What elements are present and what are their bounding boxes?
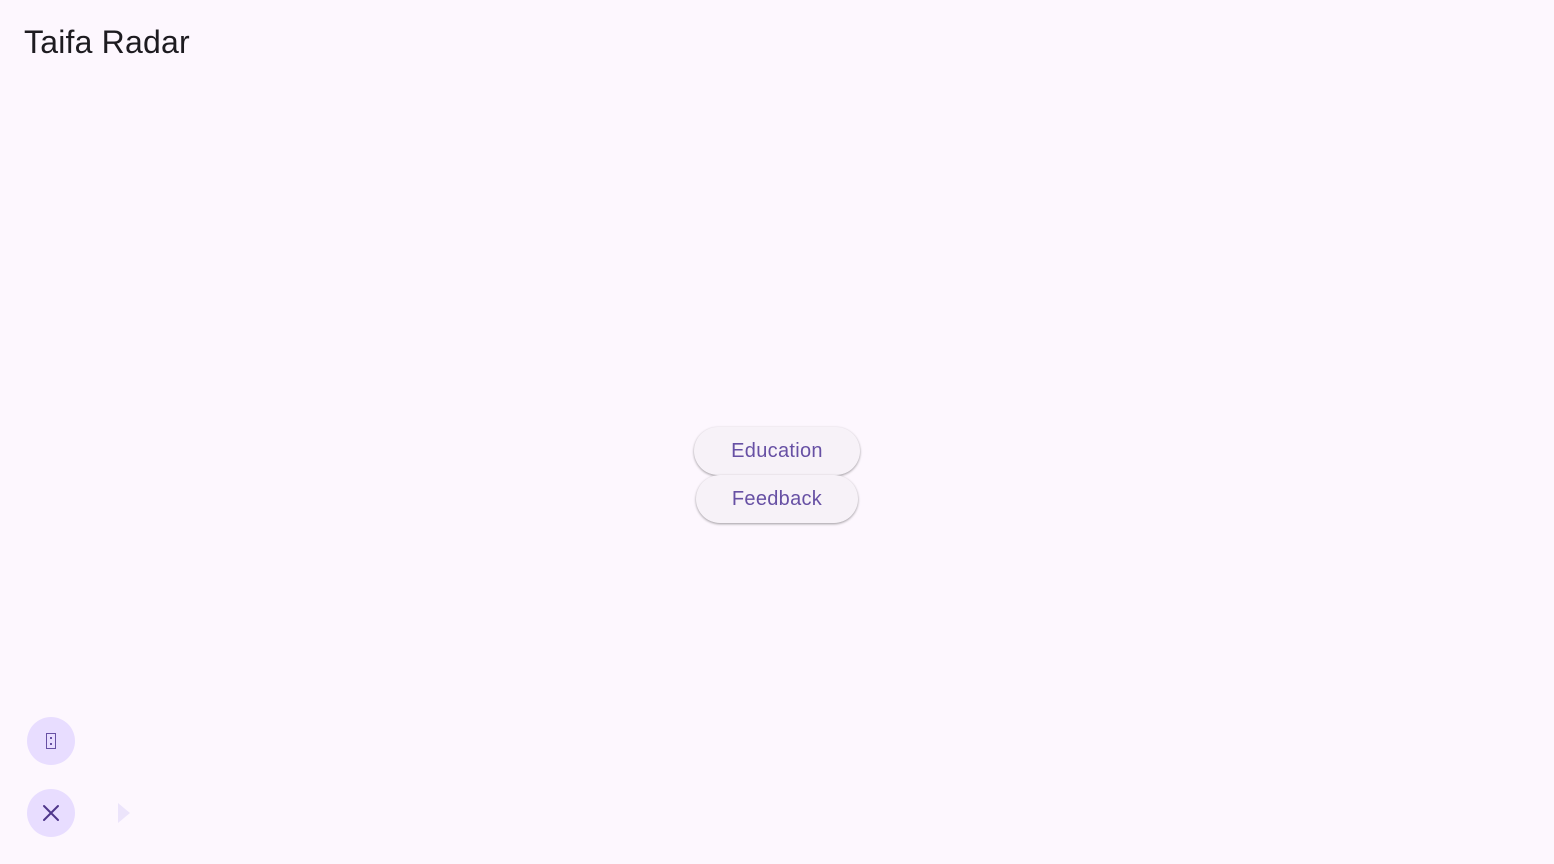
feedback-button[interactable]: Feedback (696, 475, 858, 523)
close-fab[interactable] (27, 789, 75, 837)
education-button[interactable]: Education (694, 427, 860, 475)
close-icon (43, 805, 59, 821)
app-title: Taifa Radar (24, 24, 190, 60)
action-fab-top[interactable] (27, 717, 75, 765)
center-menu: Education Feedback (0, 427, 1554, 523)
missing-glyph-icon (46, 733, 56, 749)
play-arrow-icon[interactable] (118, 803, 130, 823)
app-root: Taifa Radar Education Feedback (0, 0, 1554, 864)
